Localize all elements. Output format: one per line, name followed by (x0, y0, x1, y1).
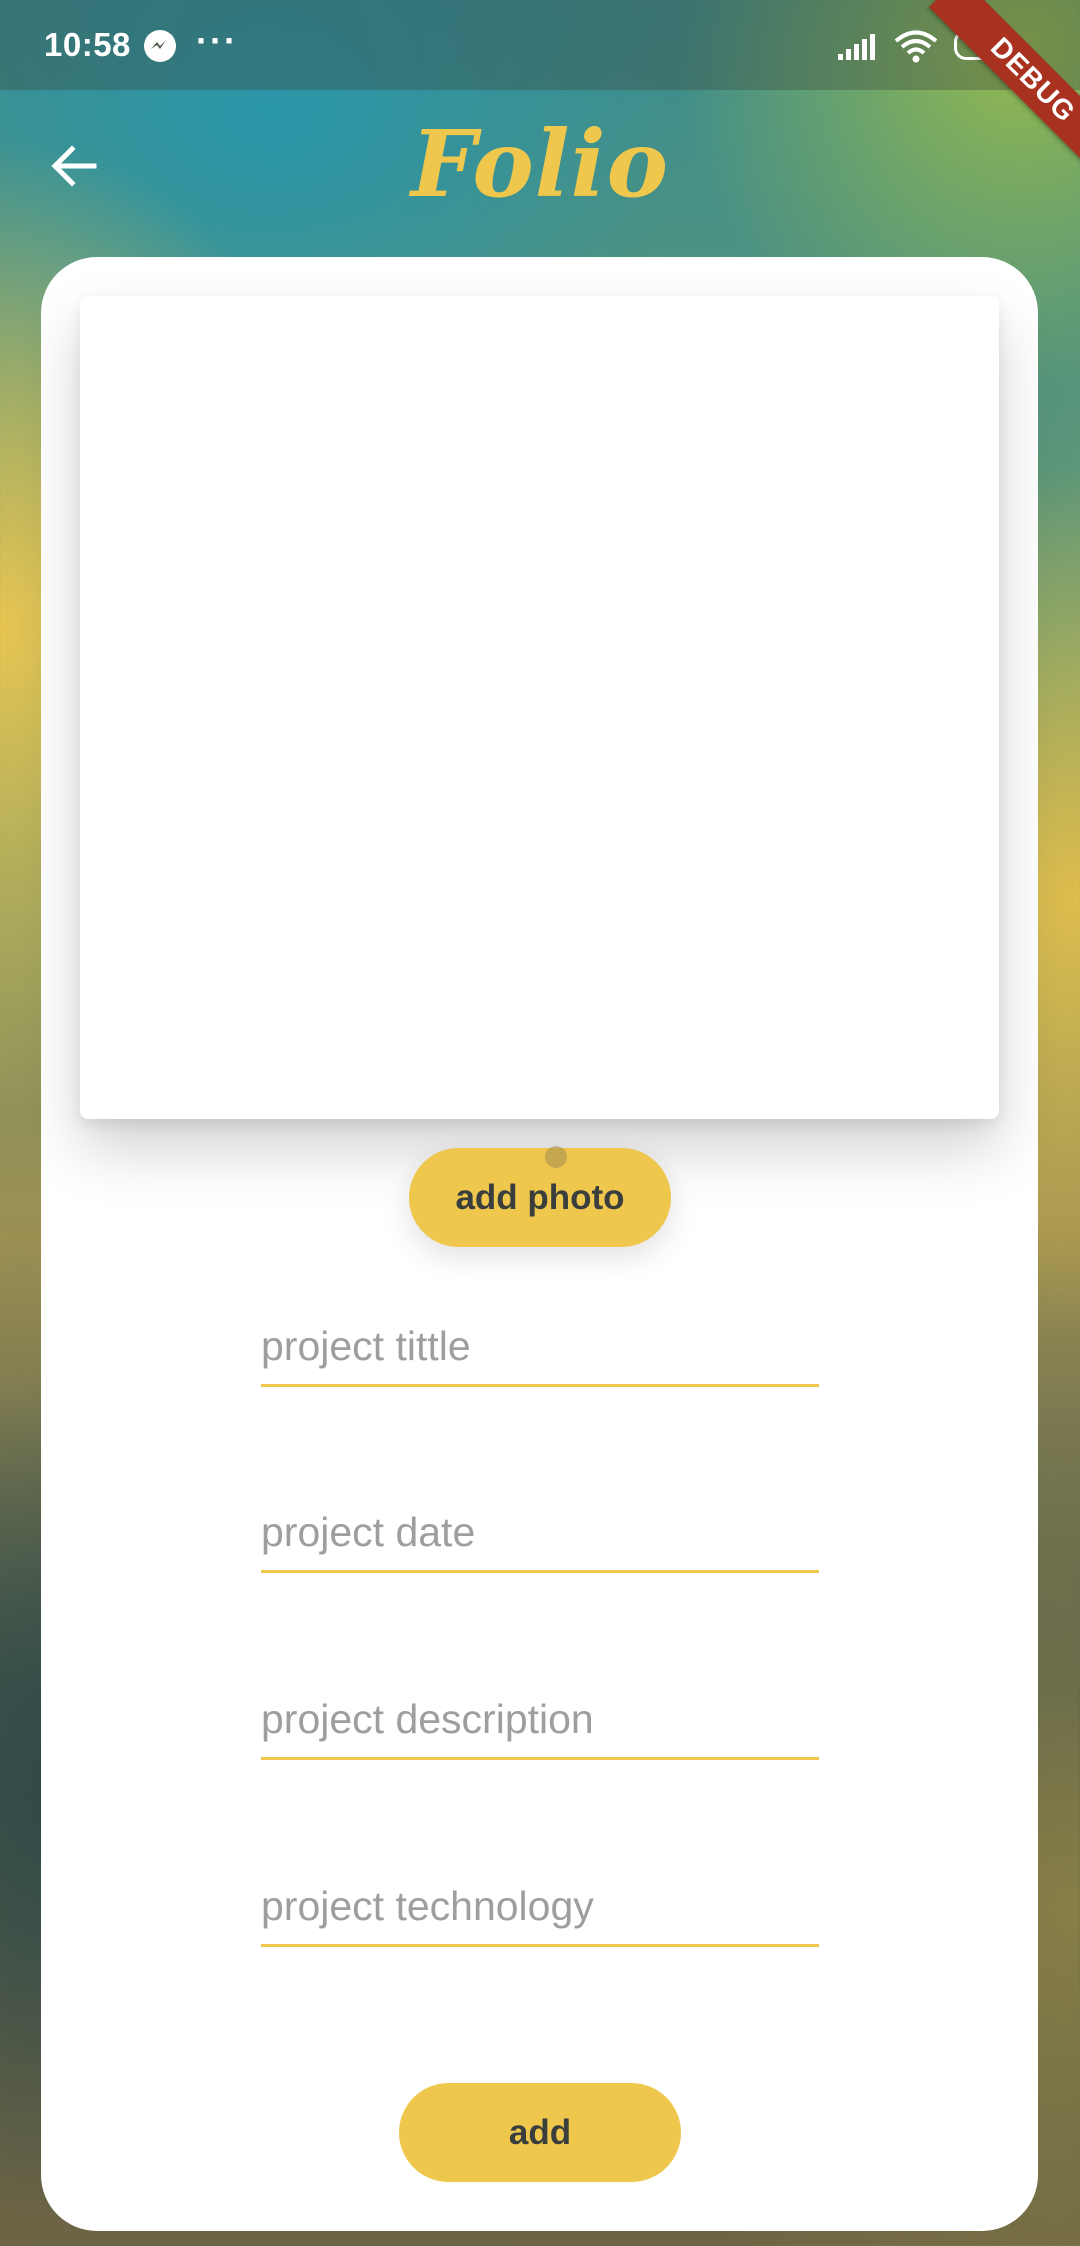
status-time: 10:58 (44, 26, 131, 63)
more-notifications-icon: ··· (196, 20, 238, 61)
project-title-field[interactable] (261, 1314, 819, 1387)
signal-icon (838, 32, 882, 67)
project-date-field[interactable] (261, 1500, 819, 1573)
project-form-card: add photo add (41, 257, 1038, 2231)
project-date-input[interactable] (261, 1500, 819, 1564)
add-project-button[interactable]: add (399, 2083, 681, 2182)
project-title-input[interactable] (261, 1314, 819, 1378)
project-technology-field[interactable] (261, 1874, 819, 1947)
messenger-icon (144, 30, 176, 62)
project-description-input[interactable] (261, 1687, 819, 1751)
photo-preview (80, 296, 999, 1119)
app-title: Folio (411, 110, 669, 218)
touch-ripple (545, 1146, 567, 1168)
project-technology-input[interactable] (261, 1874, 819, 1938)
project-description-field[interactable] (261, 1687, 819, 1760)
wifi-icon (894, 30, 938, 69)
add-photo-button[interactable]: add photo (409, 1148, 671, 1247)
status-bar: 10:58 ··· 26 (0, 0, 1080, 90)
